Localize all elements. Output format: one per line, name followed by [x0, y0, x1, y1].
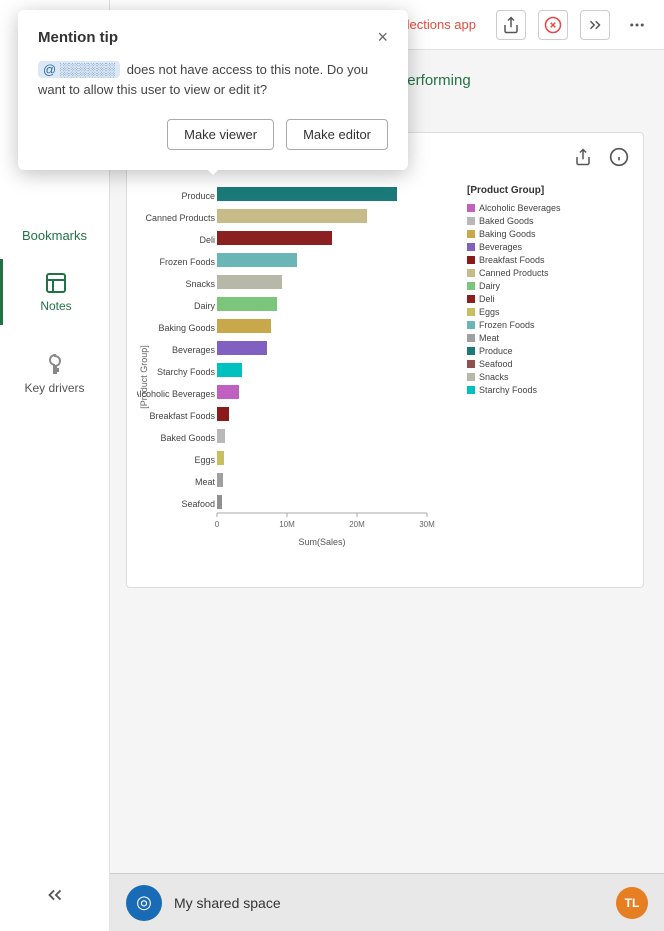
- chart-share-icon[interactable]: [569, 143, 597, 171]
- bar-chart-svg: [Product Group] Produce Canned Products …: [137, 177, 457, 577]
- svg-text:Deli: Deli: [199, 235, 215, 245]
- legend-item: Starchy Foods: [467, 385, 561, 395]
- svg-text:Seafood: Seafood: [181, 499, 215, 509]
- sidebar-item-notes[interactable]: Notes: [0, 259, 109, 325]
- svg-text:Breakfast Foods: Breakfast Foods: [149, 411, 215, 421]
- legend-item: Eggs: [467, 307, 561, 317]
- make-viewer-button[interactable]: Make viewer: [167, 119, 274, 150]
- shared-space-bar: ◎ My shared space TL: [110, 873, 664, 931]
- mention-tip-body: @ ░░░░░░ does not have access to this no…: [38, 60, 388, 99]
- legend-item: Deli: [467, 294, 561, 304]
- mention-tip-dialog: Mention tip × @ ░░░░░░ does not have acc…: [18, 10, 408, 170]
- key-drivers-label: Key drivers: [24, 381, 84, 395]
- svg-text:Frozen Foods: Frozen Foods: [159, 257, 215, 267]
- svg-text:Produce: Produce: [181, 191, 215, 201]
- svg-text:10M: 10M: [279, 520, 295, 529]
- sidebar-item-bookmarks[interactable]: Bookmarks: [0, 220, 109, 259]
- legend-item: Produce: [467, 346, 561, 356]
- legend-item: Alcoholic Beverages: [467, 203, 561, 213]
- collapse-icon: [44, 884, 66, 906]
- legend-item: Breakfast Foods: [467, 255, 561, 265]
- legend-item: Meat: [467, 333, 561, 343]
- top-bar-actions: No selections app: [373, 10, 652, 40]
- svg-text:Canned Products: Canned Products: [145, 213, 215, 223]
- sidebar-item-key-drivers[interactable]: Key drivers: [0, 341, 109, 407]
- shared-space-icon: ◎: [126, 885, 162, 921]
- svg-text:Dairy: Dairy: [194, 301, 216, 311]
- mention-tip-header: Mention tip ×: [38, 28, 388, 46]
- legend-title: [Product Group]: [467, 185, 561, 196]
- dismiss-icon[interactable]: [538, 10, 568, 40]
- legend-item: Frozen Foods: [467, 320, 561, 330]
- mention-tip-title: Mention tip: [38, 29, 118, 46]
- user-avatar: TL: [616, 887, 648, 919]
- key-drivers-icon: [43, 353, 67, 377]
- make-editor-button[interactable]: Make editor: [286, 119, 388, 150]
- svg-text:30M: 30M: [419, 520, 435, 529]
- notes-icon: [44, 271, 68, 295]
- svg-text:Baked Goods: Baked Goods: [160, 433, 215, 443]
- svg-text:Beverages: Beverages: [172, 345, 216, 355]
- chart-container: [Product Group] Produce Canned Products …: [126, 132, 644, 588]
- more-icon[interactable]: [622, 10, 652, 40]
- legend-item: Dairy: [467, 281, 561, 291]
- svg-text:Eggs: Eggs: [194, 455, 215, 465]
- svg-text:[Product Group]: [Product Group]: [139, 345, 149, 409]
- legend-item: Snacks: [467, 372, 561, 382]
- share-icon[interactable]: [496, 10, 526, 40]
- expand-icon[interactable]: [580, 10, 610, 40]
- chart-legend: [Product Group] Alcoholic Beverages Bake…: [467, 177, 561, 577]
- svg-text:Sum(Sales): Sum(Sales): [298, 537, 345, 547]
- notes-label: Notes: [40, 299, 71, 313]
- legend-item: Baked Goods: [467, 216, 561, 226]
- collapse-button[interactable]: [44, 884, 66, 911]
- mention-at-prefix: @ ░░░░░░: [38, 61, 120, 78]
- svg-text:Snacks: Snacks: [185, 279, 215, 289]
- legend-item: Canned Products: [467, 268, 561, 278]
- svg-text:Starchy Foods: Starchy Foods: [157, 367, 216, 377]
- svg-text:20M: 20M: [349, 520, 365, 529]
- legend-item: Baking Goods: [467, 229, 561, 239]
- mention-tip-actions: Make viewer Make editor: [38, 119, 388, 150]
- shared-space-name: My shared space: [174, 895, 281, 911]
- chart-info-icon[interactable]: [605, 143, 633, 171]
- legend-item: Seafood: [467, 359, 561, 369]
- svg-text:Alcoholic Beverages: Alcoholic Beverages: [137, 389, 215, 399]
- svg-text:Baking Goods: Baking Goods: [158, 323, 215, 333]
- legend-item: Beverages: [467, 242, 561, 252]
- mention-tip-close-button[interactable]: ×: [377, 28, 388, 46]
- chart-svg-area: [Product Group] Produce Canned Products …: [137, 177, 633, 577]
- svg-text:Meat: Meat: [195, 477, 216, 487]
- svg-text:0: 0: [215, 520, 220, 529]
